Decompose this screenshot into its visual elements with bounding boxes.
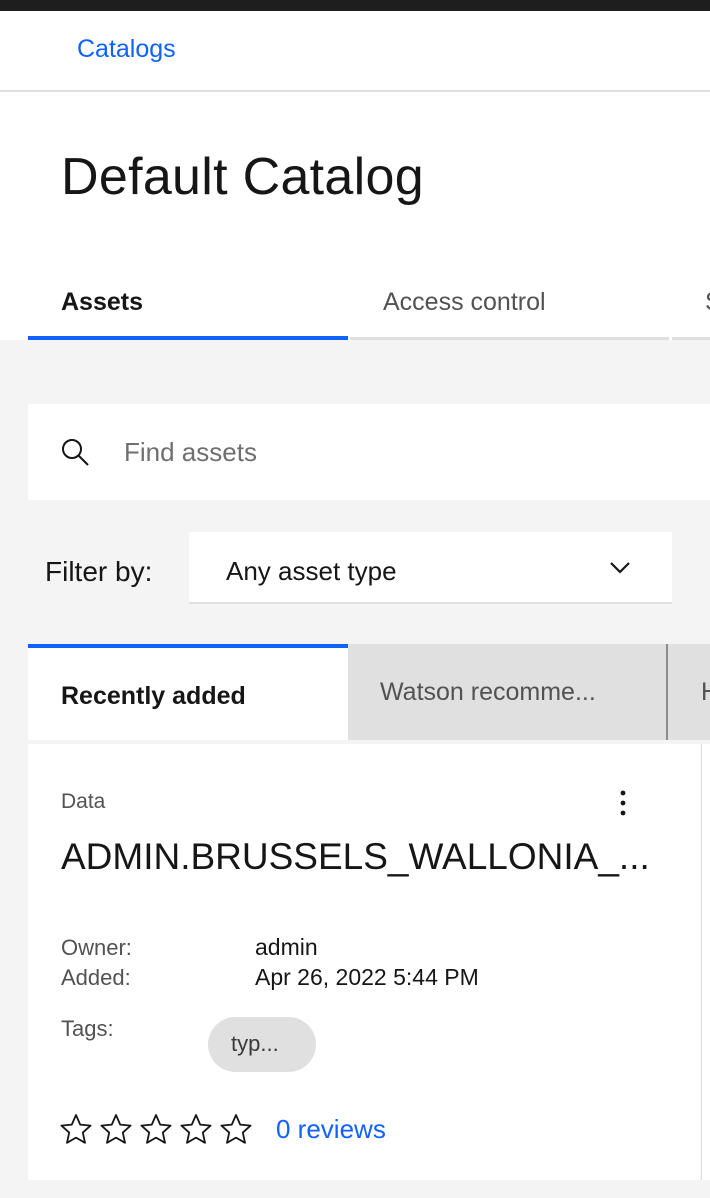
chevron-down-icon [610, 562, 630, 574]
search-input[interactable] [124, 430, 684, 474]
catalog-tabs: Assets Access control S [28, 276, 710, 340]
asset-type-dropdown[interactable]: Any asset type [189, 532, 672, 604]
added-value: Apr 26, 2022 5:44 PM [255, 964, 479, 990]
tab-watson-recommended[interactable]: Watson recomme... [348, 644, 668, 740]
owner-value: admin [255, 934, 318, 960]
reviews-link[interactable]: 0 reviews [276, 1114, 386, 1145]
overflow-menu-icon[interactable] [608, 788, 638, 818]
page-title: Default Catalog [61, 148, 424, 206]
tab-highly-rated-label: H [701, 678, 710, 707]
next-card-edge[interactable] [701, 744, 710, 1180]
star-rating [60, 1113, 260, 1147]
tab-assets-label: Assets [61, 288, 143, 316]
tag-pill[interactable]: typ... [208, 1017, 316, 1072]
tab-access-control[interactable]: Access control [350, 276, 669, 340]
tab-watson-recommended-label: Watson recomme... [380, 678, 596, 706]
tag-label: typ... [231, 1031, 279, 1056]
star-icon[interactable] [100, 1113, 132, 1145]
asset-type-label: Data [61, 790, 106, 813]
star-icon[interactable] [60, 1113, 92, 1145]
tab-access-control-label: Access control [383, 288, 546, 316]
breadcrumb-catalogs-link[interactable]: Catalogs [77, 35, 176, 64]
tab-settings-label: S [705, 288, 710, 317]
asset-view-tabs: Recently added Watson recomme... H [28, 644, 710, 740]
tab-recently-added-label: Recently added [61, 682, 246, 710]
star-icon[interactable] [180, 1113, 212, 1145]
tab-highly-rated[interactable]: H [668, 644, 710, 740]
tags-label: Tags: [61, 1016, 114, 1041]
owner-label: Owner: [61, 935, 132, 960]
added-label: Added: [61, 965, 131, 990]
page-header: Catalogs [0, 11, 710, 92]
star-icon[interactable] [220, 1113, 252, 1145]
filter-label: Filter by: [45, 556, 153, 587]
window-top-strip [0, 0, 710, 11]
search-icon [62, 439, 89, 466]
tab-settings[interactable]: S [672, 276, 710, 340]
title-area: Default Catalog Assets Access control S [0, 92, 710, 340]
asset-card[interactable]: Data ADMIN.BRUSSELS_WALLONIA_... Owner: … [28, 744, 700, 1180]
tab-assets[interactable]: Assets [28, 276, 348, 340]
asset-type-selected: Any asset type [226, 556, 397, 586]
search-bar [28, 404, 710, 500]
star-icon[interactable] [140, 1113, 172, 1145]
asset-name[interactable]: ADMIN.BRUSSELS_WALLONIA_... [61, 836, 673, 878]
tab-recently-added[interactable]: Recently added [28, 644, 348, 740]
